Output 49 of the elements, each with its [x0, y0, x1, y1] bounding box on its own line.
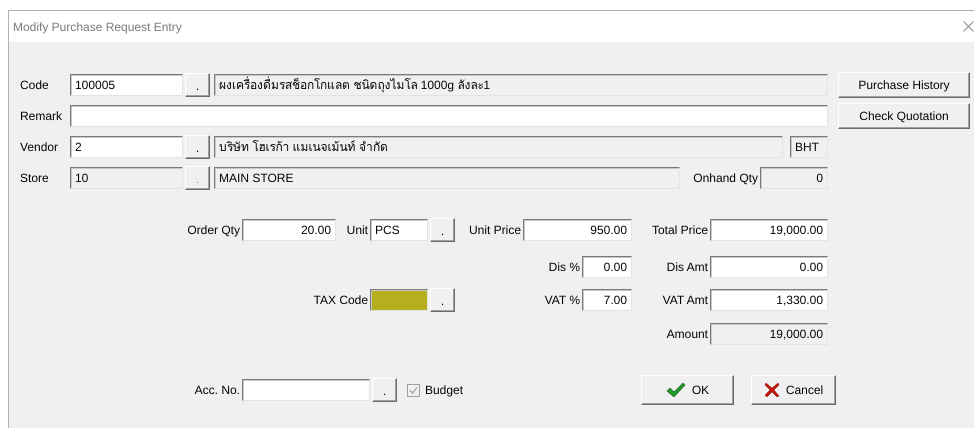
description-field: ผงเครื่องดื่มรสช็อกโกแลต ชนิดถุงไมโล 1000g ลังละ1 — [214, 74, 828, 96]
field-label: Remark — [20, 108, 62, 122]
description-field: MAIN STORE — [214, 166, 680, 188]
currency-field: BHT — [790, 136, 828, 158]
field-label: Vendor — [20, 140, 58, 154]
field-label: Onhand Qty — [693, 170, 758, 184]
window-title: Modify Purchase Request Entry — [13, 20, 182, 34]
field-label: Store — [20, 170, 49, 184]
field-label: Amount — [666, 326, 708, 340]
checkbox-label: Budget — [425, 383, 464, 397]
input-field[interactable] — [242, 379, 370, 401]
input-field[interactable]: PCS — [370, 218, 428, 240]
field-label: VAT Amt — [662, 292, 708, 306]
field-label: TAX Code — [314, 292, 368, 306]
input-field[interactable]: 0.00 — [710, 256, 828, 278]
input-field[interactable]: 950.00 — [523, 218, 632, 240]
ok-button[interactable]: OK — [641, 375, 734, 405]
input-field[interactable]: 100005 — [70, 74, 183, 96]
tax-code-field[interactable] — [370, 288, 428, 310]
field-label: Total Price — [652, 222, 708, 236]
description-field: บริษัท โฮเรก้า แมเนจเม้นท์ จำกัด — [214, 136, 783, 158]
check-icon — [666, 382, 686, 398]
lookup-button[interactable]: . — [430, 218, 455, 242]
field-label: Acc. No. — [194, 383, 240, 397]
field-label: Dis % — [548, 260, 580, 274]
field-label: VAT % — [544, 292, 580, 306]
lookup-button[interactable]: . — [185, 134, 210, 158]
input-field[interactable]: 7.00 — [582, 288, 632, 310]
field-label: Dis Amt — [666, 260, 708, 274]
amount-field: 19,000.00 — [710, 322, 828, 344]
field-label: Unit — [346, 222, 368, 236]
cross-icon — [764, 382, 780, 398]
lookup-button[interactable]: . — [185, 72, 210, 96]
close-icon[interactable] — [963, 21, 974, 32]
check-quotation-button[interactable]: Check Quotation — [838, 102, 970, 128]
input-field[interactable] — [70, 104, 828, 126]
onhand-qty-field: 0 — [760, 166, 828, 188]
field-label: Unit Price — [468, 222, 521, 236]
lookup-button[interactable]: . — [372, 378, 397, 402]
input-field[interactable]: 20.00 — [242, 218, 336, 240]
input-field[interactable]: 2 — [70, 136, 183, 158]
input-field[interactable]: 0.00 — [582, 256, 632, 278]
input-field[interactable]: 1,330.00 — [710, 288, 828, 310]
purchase-history-button[interactable]: Purchase History — [838, 72, 970, 98]
field-label: Order Qty — [187, 222, 240, 236]
cancel-button[interactable]: Cancel — [751, 375, 836, 405]
field-label: Code — [20, 78, 49, 92]
lookup-button[interactable]: . — [430, 288, 455, 312]
input-field[interactable]: 19,000.00 — [710, 218, 828, 240]
